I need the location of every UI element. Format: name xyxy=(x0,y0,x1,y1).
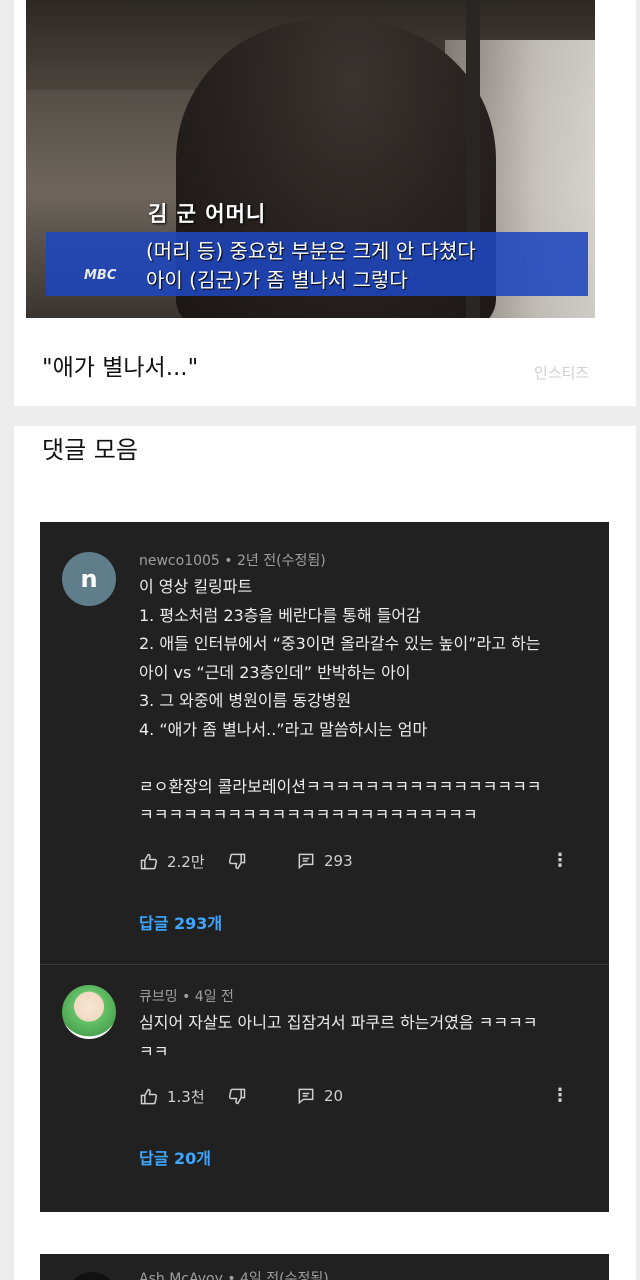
thumbs-down-icon xyxy=(228,853,246,870)
comment-line: 1. 평소처럼 23층을 베란다를 통해 들어감 xyxy=(139,605,421,625)
subtitle-line-2: 아이 (김군)가 좀 별나서 그렇다 xyxy=(146,268,408,292)
comment-meta: Ash McAvoy • 4일 전(수정됨) xyxy=(139,1271,329,1280)
more-vert-icon[interactable]: ⋮ xyxy=(551,1087,569,1105)
comment-icon xyxy=(298,1088,314,1105)
comment-line: ㅋㅋ xyxy=(139,1041,169,1061)
comment-line: ㄹㅇ환장의 콜라보레이션ㅋㅋㅋㅋㅋㅋㅋㅋㅋㅋㅋㅋㅋㅋㅋㅋ xyxy=(139,776,542,796)
comment-actions: 2.2만 293 ⋮ xyxy=(139,851,589,875)
reply-count: 20 xyxy=(324,1087,344,1105)
comment-line: 아이 vs “근데 23층인데” 반박하는 아이 xyxy=(139,662,411,682)
avatar[interactable]: n xyxy=(62,552,116,606)
subtitle-bar: MBC (머리 등) 중요한 부분은 크게 안 다쳤다 아이 (김군)가 좀 별… xyxy=(46,232,588,296)
more-vert-icon[interactable]: ⋮ xyxy=(551,852,569,870)
comment-line: ㅋㅋㅋㅋㅋㅋㅋㅋㅋㅋㅋㅋㅋㅋㅋㅋㅋㅋㅋㅋㅋㅋㅋ xyxy=(139,805,478,824)
thumbs-up-icon xyxy=(140,1088,158,1104)
like-count: 2.2만 xyxy=(167,853,205,871)
news-video-frame[interactable]: 김 군 어머니 MBC (머리 등) 중요한 부분은 크게 안 다쳤다 아이 (… xyxy=(26,0,595,318)
thumbs-down-icon xyxy=(228,1088,246,1105)
like-count: 1.3천 xyxy=(167,1088,205,1106)
comment-item: n newco1005 • 2년 전(수정됨) 이 영상 킬링파트 1. 평소처… xyxy=(40,522,609,964)
replies-link[interactable]: 답글 293개 xyxy=(139,910,222,934)
subtitle-line-1: (머리 등) 중요한 부분은 크게 안 다쳤다 xyxy=(146,239,476,263)
comment-line: 3. 그 와중에 병원이름 동강병원 xyxy=(139,691,352,710)
section-title: 댓글 모음 xyxy=(42,436,138,464)
subtitle-speaker: 김 군 어머니 xyxy=(148,202,267,226)
like-button[interactable]: 1.3천 xyxy=(139,1086,205,1107)
mbc-logo: MBC xyxy=(84,268,117,283)
comment-meta: 큐브밍 • 4일 전 xyxy=(139,989,234,1005)
comment-body: 이 영상 킬링파트 1. 평소처럼 23층을 베란다를 통해 들어감 2. 애들… xyxy=(139,573,589,830)
comment-line: 이 영상 킬링파트 xyxy=(139,577,253,596)
comment-line: ​ xyxy=(139,744,589,773)
dislike-button[interactable] xyxy=(227,851,255,871)
comment-item: 큐브밍 • 4일 전 심지어 자살도 아니고 집잠겨서 파쿠르 하는거였음 ㅋㅋ… xyxy=(40,965,609,1210)
avatar[interactable] xyxy=(66,1272,118,1280)
reply-button[interactable]: 293 xyxy=(296,851,353,871)
reply-button[interactable]: 20 xyxy=(296,1086,343,1106)
comment-icon xyxy=(298,853,314,870)
like-button[interactable]: 2.2만 xyxy=(139,851,205,872)
image-caption: "애가 별나서..." xyxy=(42,355,199,381)
comment-line: 2. 애들 인터뷰에서 “중3이면 올라갈수 있는 높이”라고 하는 xyxy=(139,634,541,653)
watermark: 인스티즈 xyxy=(534,364,590,382)
comment-actions: 1.3천 20 ⋮ xyxy=(139,1086,589,1110)
dislike-button[interactable] xyxy=(227,1086,255,1106)
next-comment-screenshot: Ash McAvoy • 4일 전(수정됨) xyxy=(40,1254,609,1280)
anime-avatar-icon[interactable] xyxy=(62,985,116,1039)
reply-count: 293 xyxy=(324,852,353,870)
thumbs-up-icon xyxy=(140,853,158,869)
replies-link[interactable]: 답글 20개 xyxy=(139,1145,211,1169)
comment-line: 4. “애가 좀 별나서..”라고 말씀하시는 엄마 xyxy=(139,719,428,739)
comment-meta: newco1005 • 2년 전(수정됨) xyxy=(139,553,326,569)
comment-body: 심지어 자살도 아니고 집잠겨서 파쿠르 하는거였음 ㅋㅋㅋㅋ ㅋㅋ xyxy=(139,1009,589,1066)
comment-line: 심지어 자살도 아니고 집잠겨서 파쿠르 하는거였음 ㅋㅋㅋㅋ xyxy=(139,1013,538,1032)
comment-screenshot: n newco1005 • 2년 전(수정됨) 이 영상 킬링파트 1. 평소처… xyxy=(40,522,609,1212)
